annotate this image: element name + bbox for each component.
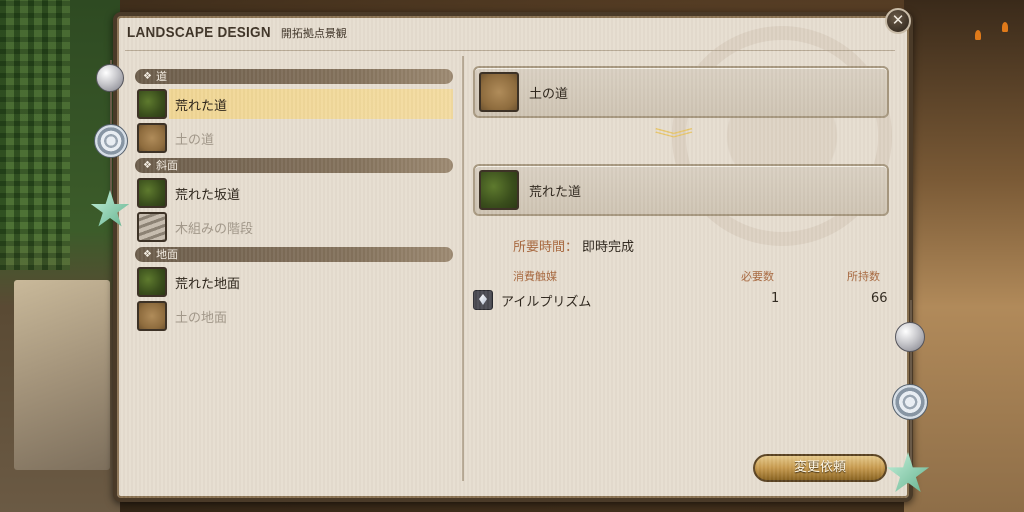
background-crate: [14, 280, 110, 470]
category-header-slope[interactable]: ❖ 斜面: [135, 158, 453, 173]
list-item-label: 荒れた道: [175, 98, 228, 114]
category-label: 地面: [155, 248, 178, 261]
list-item-label: 木組みの階段: [175, 221, 254, 237]
materials-header: 消費触媒 必要数 所持数: [513, 268, 893, 284]
charm-ball-icon: [96, 64, 124, 92]
dirt-thumbnail-icon: [137, 301, 167, 331]
change-request-button[interactable]: 変更依頼: [753, 454, 887, 482]
dirt-thumbnail-icon: [137, 123, 167, 153]
category-header-road[interactable]: ❖ 道: [135, 69, 453, 84]
material-owned: 66: [871, 291, 888, 306]
material-name: アイルプリズム: [501, 295, 592, 310]
material-row[interactable]: アイルプリズム 1 66: [471, 288, 895, 312]
category-label: 斜面: [155, 159, 178, 172]
charm-rose-icon: [892, 384, 928, 420]
close-icon[interactable]: ✕: [885, 8, 911, 34]
list-item-wooden-stairs[interactable]: 木組みの階段: [135, 210, 453, 244]
prism-icon: [473, 290, 493, 310]
materials-header-required: 必要数: [741, 270, 774, 283]
new-style-box: 荒れた道: [473, 164, 889, 216]
required-time-row: 所要時間： 即時完成: [513, 236, 634, 255]
materials-header-name: 消費触媒: [513, 270, 557, 283]
materials-header-owned: 所持数: [847, 270, 880, 283]
category-header-ground[interactable]: ❖ 地面: [135, 247, 453, 262]
stairs-thumbnail-icon: [137, 212, 167, 242]
material-required: 1: [771, 291, 780, 306]
list-item-dirt-road[interactable]: 土の道: [135, 121, 453, 155]
dirt-thumbnail-icon: [479, 72, 519, 112]
list-item-rough-slope[interactable]: 荒れた坂道: [135, 176, 453, 210]
list-item-dirt-ground[interactable]: 土の地面: [135, 299, 453, 333]
required-time-value: 即時完成: [582, 240, 635, 255]
charm-ball-icon: [895, 322, 925, 352]
grass-thumbnail-icon: [137, 89, 167, 119]
landscape-design-window: LANDSCAPE DESIGN 開拓拠点景観 ❖ 道 荒れた道 土の道 ❖ 斜…: [113, 12, 913, 502]
window-subtitle: 開拓拠点景観: [280, 27, 347, 40]
list-item-rough-ground[interactable]: 荒れた地面: [135, 265, 453, 299]
required-time-label: 所要時間：: [513, 240, 579, 255]
grass-thumbnail-icon: [137, 178, 167, 208]
current-style-box: 土の道: [473, 66, 889, 118]
category-label: 道: [155, 70, 167, 83]
title-divider: [125, 50, 895, 51]
charm-rose-icon: [94, 124, 128, 158]
diamond-icon: ❖: [143, 249, 152, 260]
list-item-label: 荒れた坂道: [175, 187, 241, 203]
list-item-label: 土の道: [175, 132, 215, 148]
background-woven-wall: [0, 0, 70, 270]
current-style-label: 土の道: [529, 86, 569, 102]
pane-divider: [462, 56, 464, 481]
grass-thumbnail-icon: [137, 267, 167, 297]
window-title: LANDSCAPE DESIGN: [127, 24, 271, 41]
list-item-rough-road[interactable]: 荒れた道: [135, 87, 453, 121]
title-bar: LANDSCAPE DESIGN 開拓拠点景観: [127, 24, 347, 50]
flower-decoration: [975, 30, 981, 40]
category-list: ❖ 道 荒れた道 土の道 ❖ 斜面 荒れた坂道 木組みの階段 ❖ 地面 荒れた地…: [135, 66, 453, 333]
diamond-icon: ❖: [143, 160, 152, 171]
grass-thumbnail-icon: [479, 170, 519, 210]
background-path: [904, 0, 1024, 512]
diamond-icon: ❖: [143, 71, 152, 82]
list-item-label: 荒れた地面: [175, 276, 241, 292]
flower-decoration: [1002, 22, 1008, 32]
chevron-down-icon: ︾: [653, 128, 694, 153]
list-item-label: 土の地面: [175, 310, 228, 326]
new-style-label: 荒れた道: [529, 184, 582, 200]
